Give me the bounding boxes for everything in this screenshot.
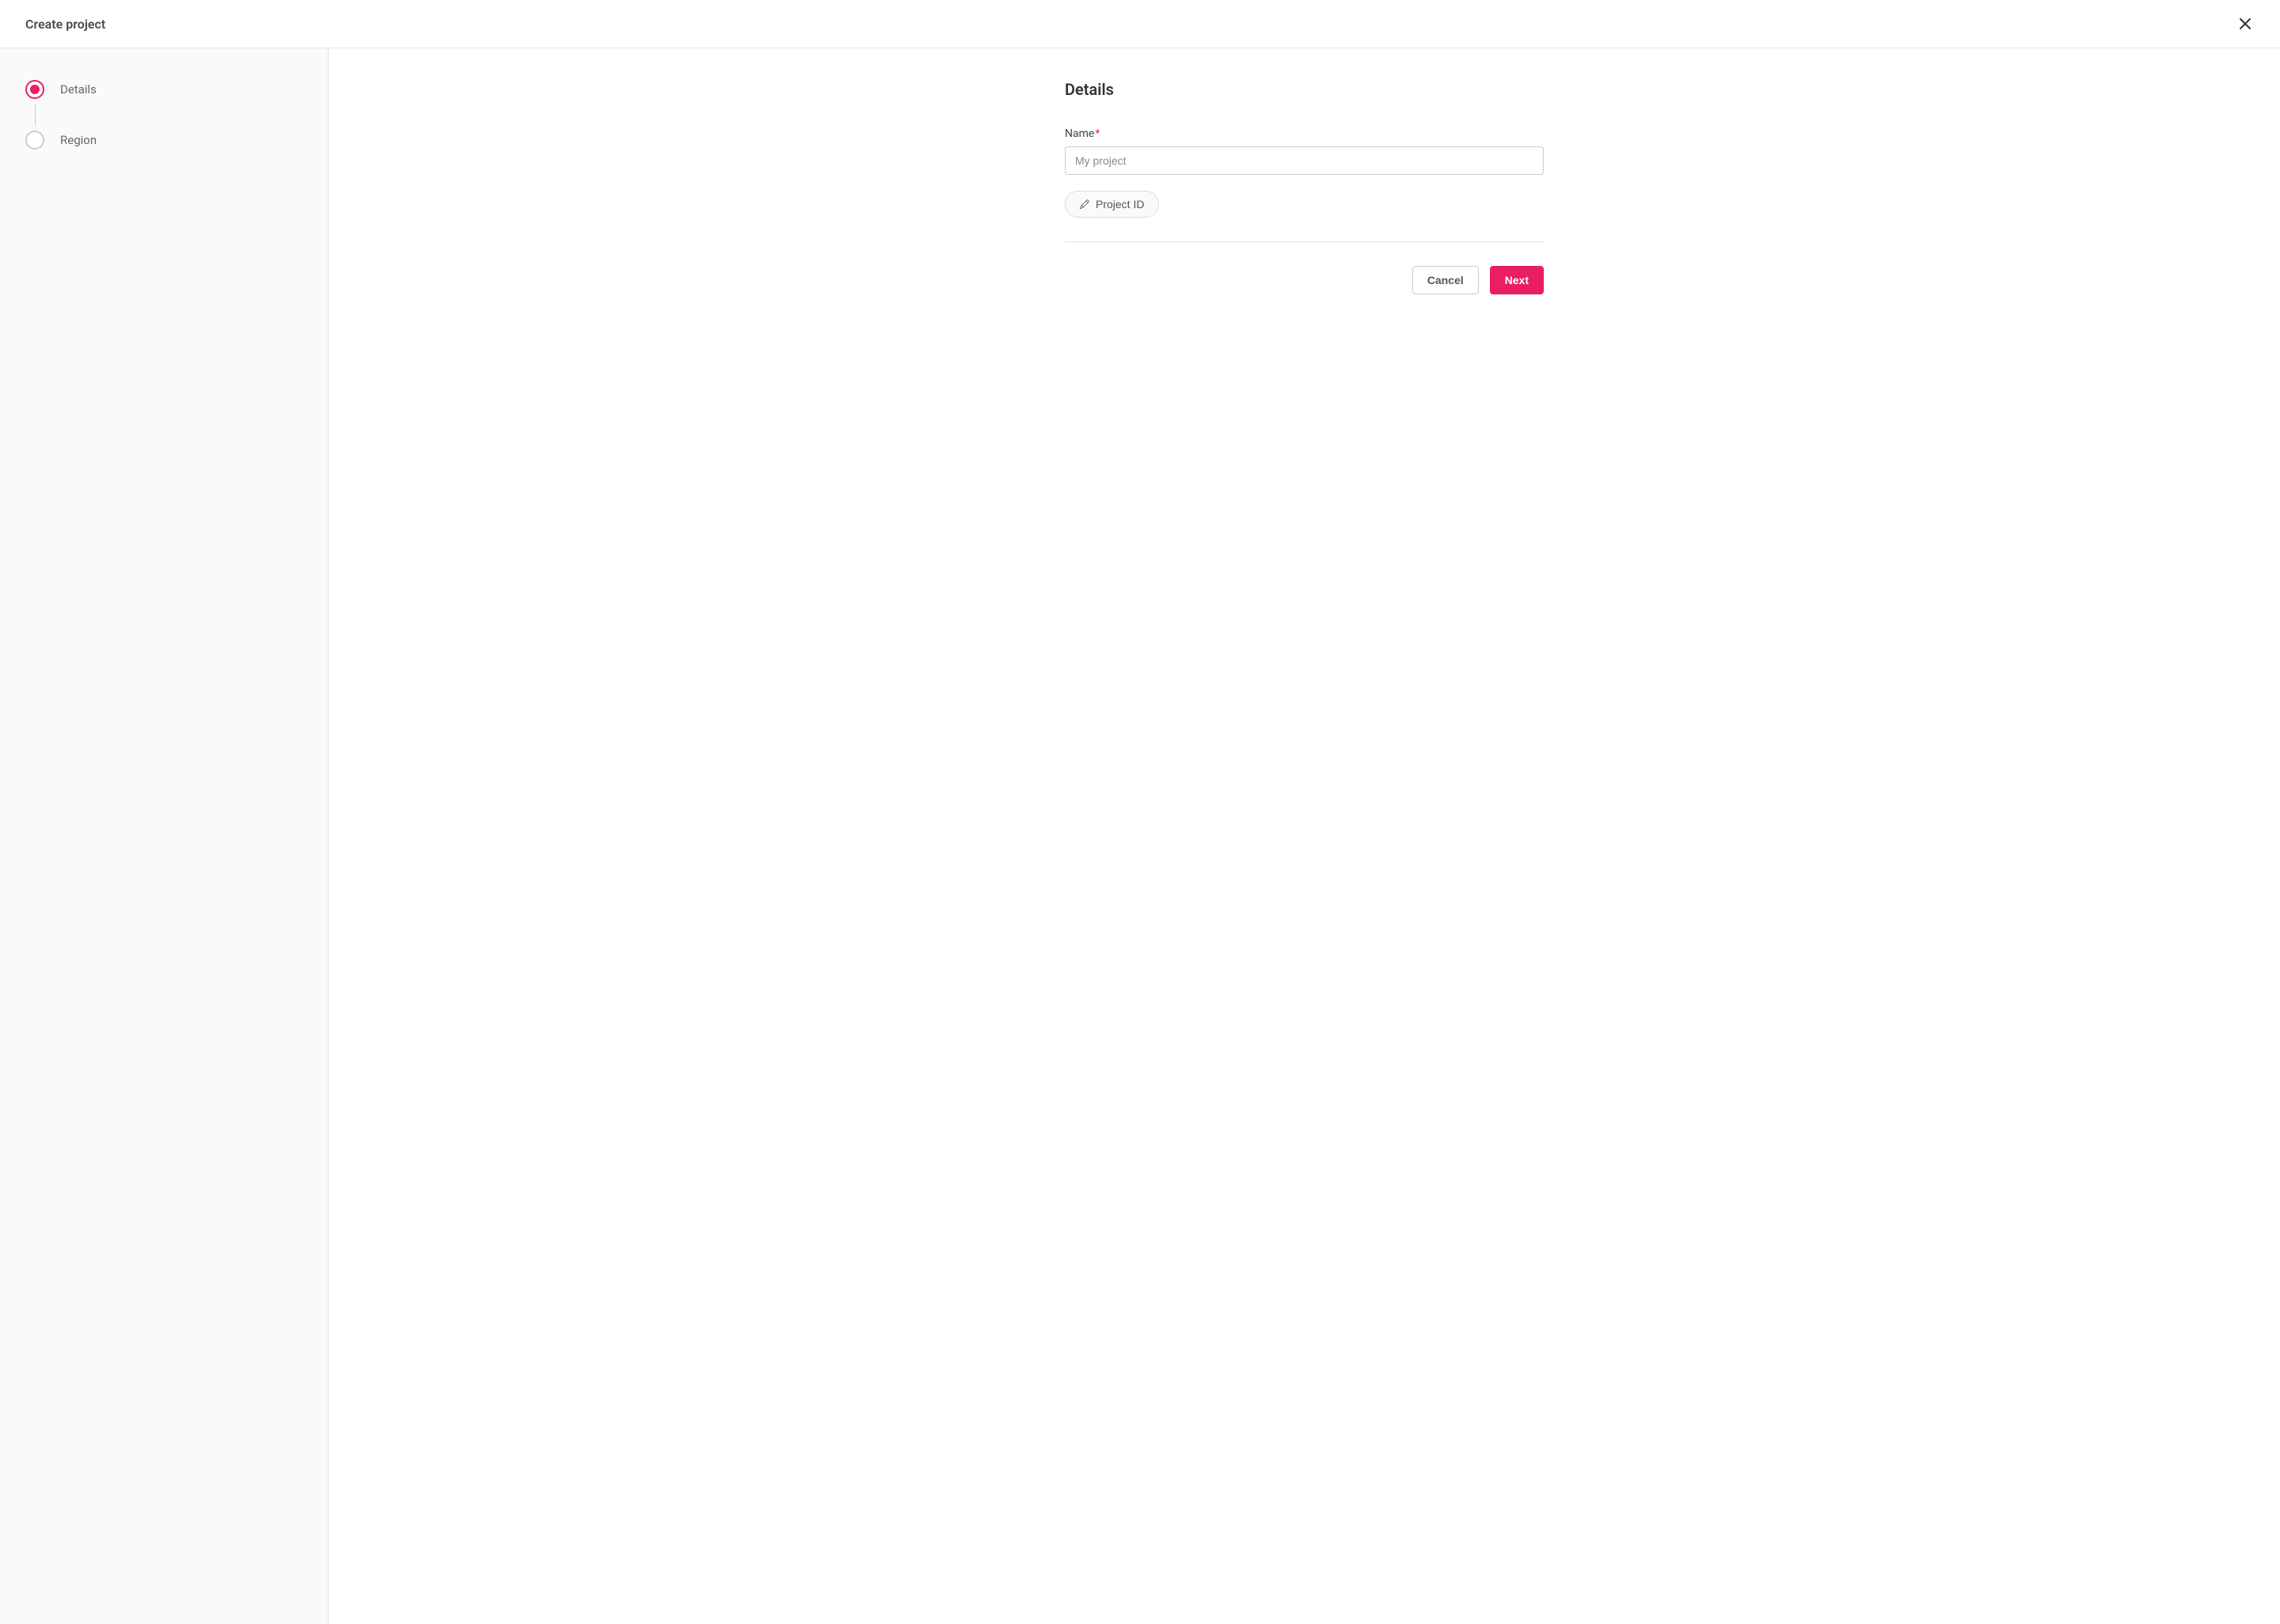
- close-icon: [2240, 18, 2251, 29]
- project-id-label: Project ID: [1096, 198, 1144, 211]
- pencil-icon: [1080, 199, 1089, 209]
- name-label: Name*: [1065, 127, 1544, 140]
- form-container: Details Name* Project ID Cancel Next: [1065, 80, 1544, 294]
- step-label: Region: [60, 133, 97, 147]
- step-region[interactable]: Region: [25, 131, 302, 150]
- close-button[interactable]: [2236, 14, 2255, 33]
- name-field-group: Name*: [1065, 127, 1544, 175]
- project-id-group: Project ID: [1065, 191, 1544, 218]
- modal-header: Create project: [0, 0, 2280, 48]
- action-bar: Cancel Next: [1065, 266, 1544, 294]
- step-indicator-inactive-icon: [25, 131, 44, 150]
- step-sidebar: Details Region: [0, 48, 329, 1624]
- name-input[interactable]: [1065, 146, 1544, 175]
- next-button[interactable]: Next: [1490, 266, 1544, 294]
- modal-body: Details Region Details Name*: [0, 48, 2280, 1624]
- section-title: Details: [1065, 80, 1544, 99]
- main-content: Details Name* Project ID Cancel Next: [329, 48, 2280, 1624]
- project-id-button[interactable]: Project ID: [1065, 191, 1159, 218]
- step-details[interactable]: Details: [25, 80, 302, 99]
- divider: [1065, 241, 1544, 242]
- step-list: Details Region: [25, 80, 302, 150]
- step-label: Details: [60, 82, 97, 97]
- cancel-button[interactable]: Cancel: [1412, 266, 1479, 294]
- required-asterisk: *: [1095, 127, 1100, 140]
- step-indicator-active-icon: [25, 80, 44, 99]
- modal-title: Create project: [25, 17, 105, 32]
